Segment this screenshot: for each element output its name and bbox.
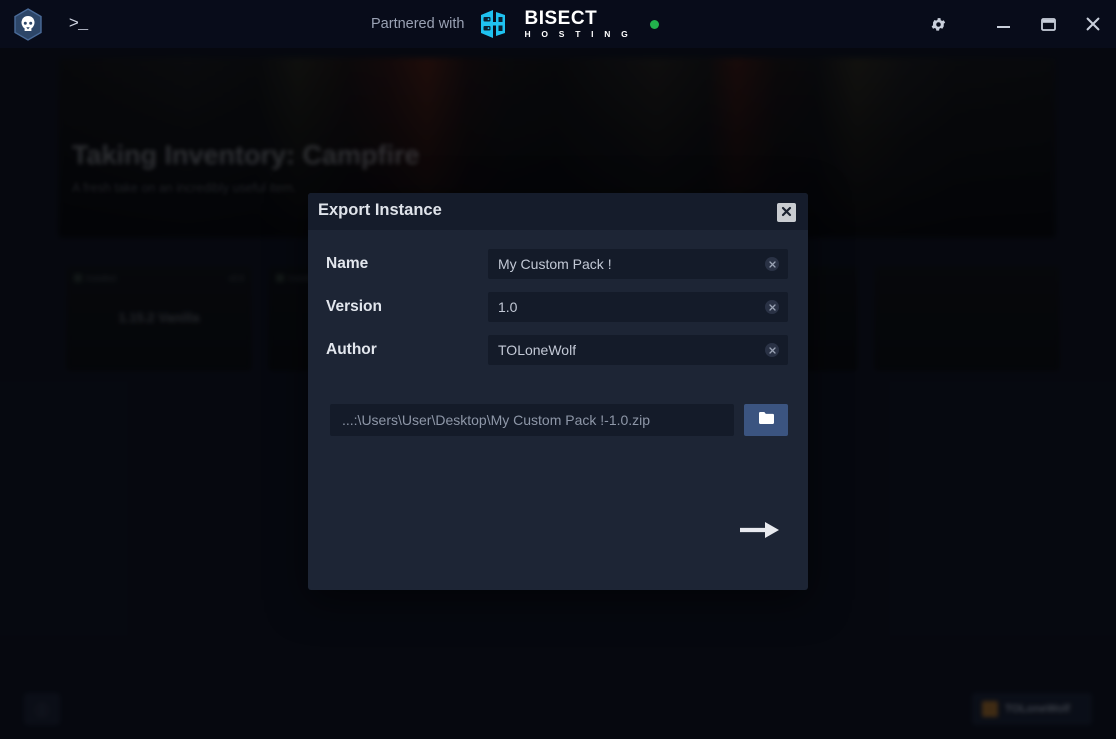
- close-button[interactable]: [1070, 0, 1116, 48]
- browse-folder-button[interactable]: [744, 404, 788, 436]
- window-titlebar: >_ Partnered with BISECT H O S T I N G: [0, 0, 1116, 48]
- version-label: Version: [326, 298, 382, 315]
- export-path-row: ...:\Users\User\Desktop\My Custom Pack !…: [308, 404, 808, 436]
- console-icon: >_: [68, 14, 88, 34]
- next-button[interactable]: [734, 515, 786, 549]
- gear-icon: [930, 16, 947, 33]
- export-path-value: ...:\Users\User\Desktop\My Custom Pack !…: [342, 412, 651, 428]
- export-instance-dialog: Export Instance Name My Custom Pack ! Ve…: [308, 193, 808, 590]
- version-input[interactable]: 1.0: [488, 292, 788, 322]
- partner-label: Partnered with: [371, 16, 465, 32]
- close-icon: [1085, 16, 1101, 32]
- field-row-name: Name My Custom Pack !: [308, 249, 808, 279]
- bisect-hosting-logo[interactable]: BISECT H O S T I N G: [477, 8, 633, 40]
- console-button[interactable]: >_: [64, 12, 92, 36]
- name-input[interactable]: My Custom Pack !: [488, 249, 788, 279]
- bisect-hosting-logo-icon: [477, 8, 517, 40]
- partner-banner[interactable]: Partnered with BISECT H O S T I N G: [371, 0, 659, 48]
- dialog-title: Export Instance: [318, 201, 442, 219]
- close-icon: [781, 204, 792, 222]
- author-input[interactable]: TOLoneWolf: [488, 335, 788, 365]
- author-value: TOLoneWolf: [498, 342, 577, 358]
- status-online-dot-icon: [650, 19, 659, 29]
- maximize-icon: [1040, 17, 1056, 32]
- export-path-input[interactable]: ...:\Users\User\Desktop\My Custom Pack !…: [330, 404, 734, 436]
- author-label: Author: [326, 341, 377, 358]
- clear-circle-icon[interactable]: [765, 257, 779, 271]
- bisect-wordmark: BISECT H O S T I N G: [525, 9, 633, 39]
- bisect-brand-name: BISECT: [524, 8, 598, 29]
- folder-icon: [758, 411, 775, 430]
- version-value: 1.0: [498, 299, 518, 315]
- minimize-button[interactable]: [980, 0, 1026, 48]
- dialog-body: Name My Custom Pack ! Version 1.0 Author…: [308, 230, 808, 590]
- field-row-author: Author TOLoneWolf: [308, 335, 808, 365]
- field-row-version: Version 1.0: [308, 292, 808, 322]
- clear-circle-icon[interactable]: [765, 300, 779, 314]
- name-value: My Custom Pack !: [498, 256, 612, 272]
- app-logo-hexagon-icon[interactable]: [13, 8, 43, 41]
- clear-circle-icon[interactable]: [765, 343, 779, 357]
- minimize-icon: [996, 17, 1011, 32]
- maximize-button[interactable]: [1025, 0, 1071, 48]
- settings-button[interactable]: [915, 0, 961, 48]
- arrow-right-icon: [739, 519, 781, 546]
- dialog-close-button[interactable]: [777, 203, 796, 222]
- bisect-brand-sub: H O S T I N G: [524, 29, 632, 39]
- name-label: Name: [326, 255, 369, 272]
